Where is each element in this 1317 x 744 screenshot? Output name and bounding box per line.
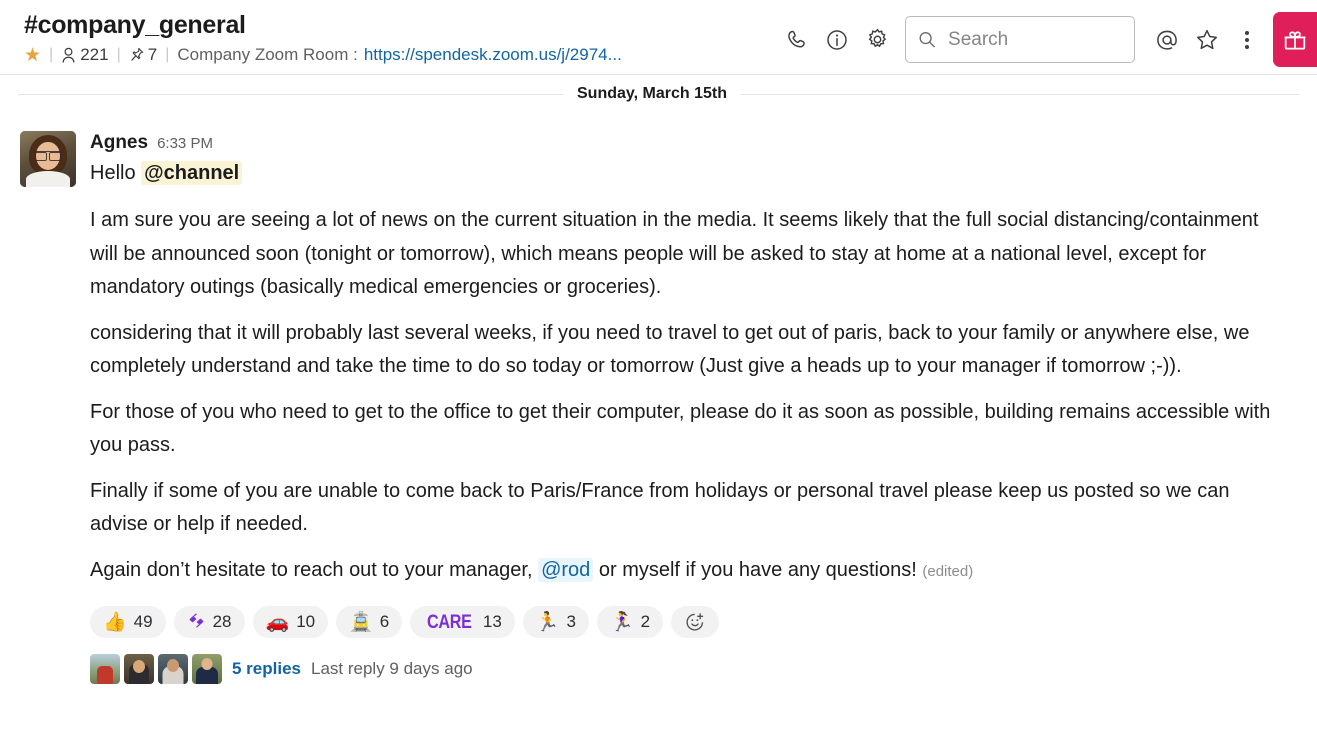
divider-rule-right	[740, 93, 1299, 95]
search-icon	[919, 31, 935, 48]
greeting-text: Hello	[90, 162, 142, 184]
reaction-thumbsup[interactable]: 👍 49	[90, 606, 166, 638]
user-mention[interactable]: @rod	[538, 557, 594, 582]
add-reaction-button[interactable]	[671, 606, 720, 638]
message-body: Agnes 6:33 PM Hello @channel I am sure y…	[90, 131, 1297, 684]
reaction-car[interactable]: 🚗 10	[252, 606, 329, 638]
spendesk-logo-emoji	[187, 611, 206, 634]
message-paragraph-2: considering that it will probably last s…	[90, 321, 1250, 378]
reaction-running-woman[interactable]: 🏃‍♀️ 2	[596, 606, 664, 638]
gear-icon	[868, 28, 886, 48]
channel-topic-label[interactable]: Company Zoom Room :	[177, 45, 357, 65]
thread-last-reply: Last reply 9 days ago	[311, 659, 473, 678]
thread-replies-link[interactable]: 5 replies	[232, 659, 301, 679]
reaction-count: 10	[296, 612, 316, 631]
avatar-body	[26, 171, 70, 187]
reaction-count: 3	[566, 612, 576, 631]
more-options-button[interactable]	[1227, 17, 1267, 63]
reaction-spendesk[interactable]: 28	[173, 606, 245, 638]
person-icon	[62, 47, 75, 63]
reaction-count: 13	[482, 612, 502, 631]
car-emoji: 🚗	[265, 611, 290, 633]
add-reaction-icon	[686, 613, 704, 631]
thread-avatar	[90, 654, 120, 684]
pins-count: 7	[147, 45, 158, 64]
reaction-count: 28	[212, 612, 232, 631]
reaction-running-man[interactable]: 🏃 3	[522, 606, 589, 638]
message-timestamp[interactable]: 6:33 PM	[157, 135, 213, 152]
reaction-count: 2	[640, 612, 651, 631]
meta-separator-3: |	[165, 46, 170, 63]
meta-separator-1: |	[49, 46, 54, 63]
thread-avatar	[124, 654, 154, 684]
kebab-menu-icon	[1245, 30, 1249, 49]
pins-count-button[interactable]: 7	[129, 45, 157, 65]
meta-separator-2: |	[116, 46, 121, 63]
reaction-count: 6	[379, 612, 390, 631]
members-count-button[interactable]: 221	[61, 45, 109, 65]
gift-button[interactable]	[1273, 12, 1317, 67]
search-input[interactable]	[946, 27, 1122, 52]
thread-participant-avatars	[90, 654, 222, 684]
thread-avatar	[192, 654, 222, 684]
call-button[interactable]	[777, 17, 817, 63]
train-emoji: 🚊	[349, 611, 373, 633]
channel-header: #company_general ★ | 221 | 7 | Company Z…	[0, 0, 1317, 75]
info-circle-icon	[827, 29, 847, 50]
message-paragraph-3: For those of you who need to get to the …	[90, 400, 1271, 457]
settings-button[interactable]	[857, 17, 897, 63]
message-header: Agnes 6:33 PM	[90, 131, 1297, 155]
message-author[interactable]: Agnes	[90, 131, 148, 155]
reaction-count: 49	[133, 612, 153, 631]
pin-icon	[131, 47, 143, 61]
reactions-bar: 👍 49 28 🚗 10 🚊 6	[90, 606, 1297, 638]
running-man-emoji: 🏃	[535, 611, 560, 633]
channel-topic-link[interactable]: https://spendesk.zoom.us/j/2974...	[364, 45, 622, 65]
avatar[interactable]	[20, 131, 76, 187]
channel-mention[interactable]: @channel	[141, 161, 243, 185]
message-item: Agnes 6:33 PM Hello @channel I am sure y…	[0, 103, 1317, 684]
final-text-before: Again don’t hesitate to reach out to you…	[90, 558, 539, 581]
at-mention-icon	[1157, 30, 1177, 50]
divider-rule-left	[18, 93, 563, 95]
header-actions	[777, 12, 1317, 67]
star-filled-icon[interactable]: ★	[24, 46, 41, 65]
channel-info-button[interactable]	[817, 17, 857, 63]
final-text-after: or myself if you have any questions!	[593, 558, 923, 581]
message-paragraph-1: I am sure you are seeing a lot of news o…	[90, 209, 1259, 298]
reaction-care[interactable]: CARE 13	[410, 606, 515, 638]
members-count: 221	[80, 45, 109, 64]
date-divider-label[interactable]: Sunday, March 15th	[563, 85, 741, 103]
search-box[interactable]	[905, 16, 1135, 63]
star-outline-icon	[1197, 29, 1217, 49]
edited-label: (edited)	[922, 562, 974, 580]
message-greeting-line: Hello @channel	[90, 159, 1297, 187]
phone-icon	[788, 30, 805, 47]
thumbsup-emoji: 👍	[103, 611, 127, 633]
avatar-glasses	[35, 151, 61, 161]
message-paragraph-4: Finally if some of you are unable to com…	[90, 479, 1230, 536]
reaction-train[interactable]: 🚊 6	[336, 606, 403, 638]
message-paragraph-5: Again don’t hesitate to reach out to you…	[90, 554, 1287, 589]
gift-icon	[1284, 30, 1306, 50]
running-woman-emoji: 🏃‍♀️	[609, 611, 634, 633]
thread-avatar	[158, 654, 188, 684]
care-emoji: CARE	[427, 611, 472, 633]
date-divider: Sunday, March 15th	[0, 85, 1317, 103]
mentions-button[interactable]	[1147, 17, 1187, 63]
starred-items-button[interactable]	[1187, 17, 1227, 63]
thread-summary[interactable]: 5 replies Last reply 9 days ago	[90, 654, 1297, 684]
